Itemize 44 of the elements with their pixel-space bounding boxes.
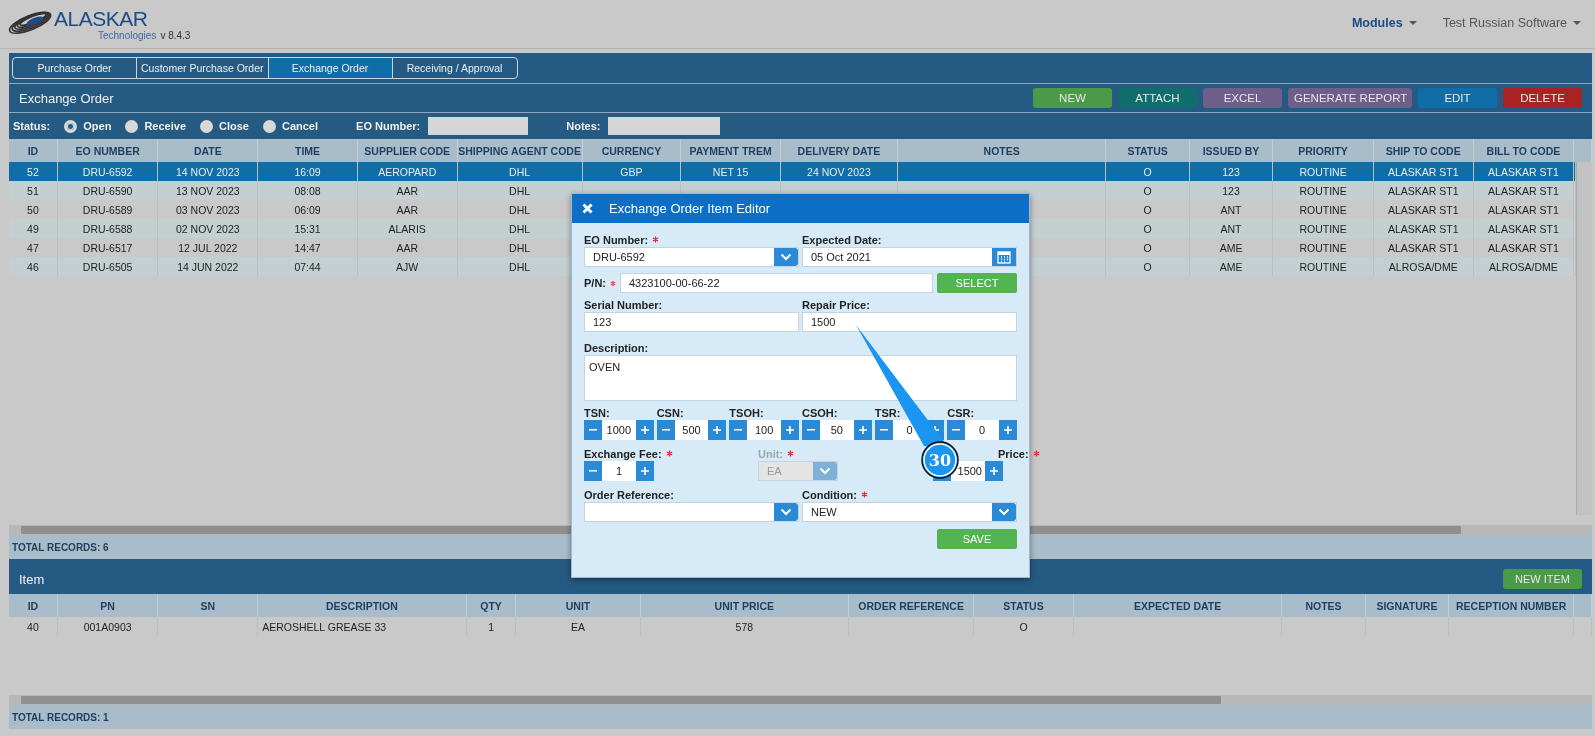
field-label: EO Number: <box>584 233 649 246</box>
table-cell: ALROSA/DME <box>1473 257 1575 276</box>
table-cell: ROUTINE <box>1273 257 1374 276</box>
field-label: CSR: <box>947 406 975 419</box>
table-cell: AJW <box>357 257 458 276</box>
dialog-title: Exchange Order Item Editor <box>609 201 771 216</box>
table-cell: 578 <box>640 617 850 636</box>
field-label: TSN: <box>584 406 610 419</box>
table-cell: ALROSA/DME <box>1373 257 1474 276</box>
field-label: TSOH: <box>729 406 764 419</box>
version-label: v 8.4.3 <box>160 30 191 41</box>
brand-name: ALASKAR <box>54 8 149 30</box>
table-cell: 1 <box>466 617 517 636</box>
field-label: Price: <box>998 447 1029 460</box>
eo-number-label: EO Number: <box>356 120 421 132</box>
table-cell: AME <box>1189 257 1274 276</box>
table-cell: O <box>974 617 1074 636</box>
field-label: Condition: <box>802 488 857 501</box>
field-label: Unit: <box>758 447 784 460</box>
field-label: Description: <box>584 341 649 354</box>
table-cell: DRU-6505 <box>57 257 159 276</box>
panel-title: Item <box>19 571 45 587</box>
field-label: CSOH: <box>802 406 838 419</box>
field-label: Serial Number: <box>584 298 663 311</box>
field-label: Exchange Fee: <box>584 447 662 460</box>
table-cell: 46 <box>9 257 58 276</box>
panel-title: Exchange Order <box>19 90 114 106</box>
field-label: Expected Date: <box>802 233 882 246</box>
field-label: Repair Price: <box>802 298 870 311</box>
brand-tagline: Technologies <box>98 30 157 41</box>
notes-label: Notes: <box>566 120 601 132</box>
status-label: Status: <box>13 120 51 132</box>
field-label: CSN: <box>656 406 684 419</box>
field-label: TSR: <box>874 406 901 419</box>
field-label: Order Reference: <box>584 488 674 501</box>
table-cell: 07:44 <box>258 257 358 276</box>
table-cell: AEROSHELL GREASE 33 <box>258 617 467 636</box>
field-label: P/N: <box>584 277 606 289</box>
total-records: TOTAL RECORDS: 1 <box>9 705 1592 729</box>
table-cell: O <box>1106 257 1190 276</box>
table-cell: 40 <box>9 617 58 636</box>
table-cell: EA <box>516 617 641 636</box>
table-cell: 14 JUN 2022 <box>158 257 259 276</box>
table-cell: 001A0903 <box>57 617 159 636</box>
